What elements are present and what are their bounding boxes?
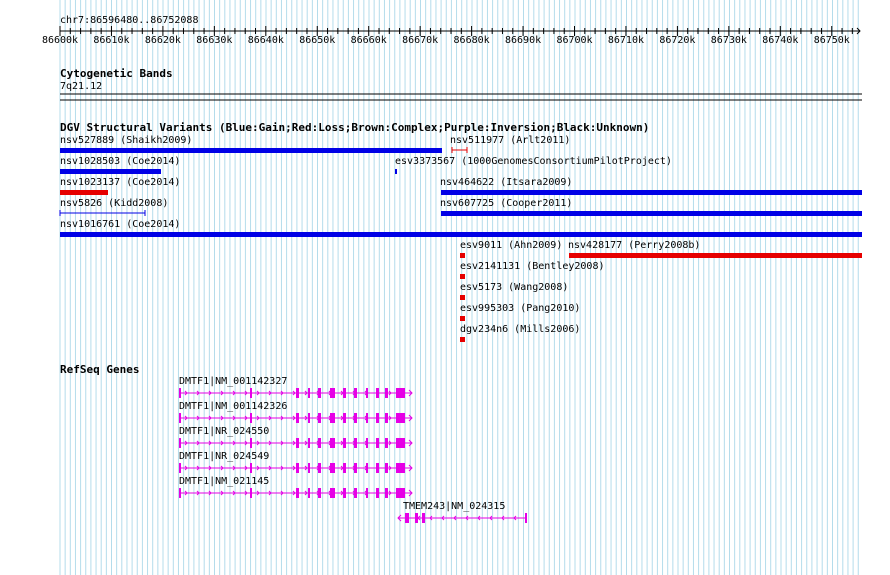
dgv-feature-bar[interactable]: [60, 169, 161, 174]
dgv-feature-label[interactable]: nsv511977 (Arlt2011): [450, 135, 570, 146]
gene-model[interactable]: [179, 488, 413, 498]
ruler-tick-label: 86630k: [196, 35, 233, 46]
dgv-feature-label[interactable]: nsv1016761 (Coe2014): [60, 219, 180, 230]
cytoband-track-title: Cytogenetic Bands: [60, 67, 173, 80]
dgv-feature-label[interactable]: esv9011 (Ahn2009): [460, 240, 562, 251]
refseq-track-title: RefSeq Genes: [60, 363, 140, 376]
ruler-tick-label: 86750k: [813, 35, 850, 46]
ruler-tick-label: 86680k: [453, 35, 490, 46]
dgv-feature-bar[interactable]: [460, 337, 465, 342]
dgv-feature-label[interactable]: nsv1028503 (Coe2014): [60, 156, 180, 167]
dgv-feature-bar[interactable]: [60, 232, 862, 237]
gene-model[interactable]: [179, 388, 413, 398]
gene-label[interactable]: DMTF1|NM_001142327: [179, 376, 287, 387]
dgv-track-title: DGV Structural Variants (Blue:Gain;Red:L…: [60, 121, 650, 134]
ruler-tick-label: 86670k: [402, 35, 439, 46]
dgv-feature-bar[interactable]: [460, 316, 465, 321]
ruler-tick-label: 86640k: [247, 35, 284, 46]
ruler-tick-label: 86730k: [710, 35, 747, 46]
ruler-tick-label: 86610k: [93, 35, 130, 46]
ruler-tick-label: 86740k: [762, 35, 799, 46]
ruler-tick-label: 86600k: [41, 35, 79, 46]
dgv-feature-label[interactable]: esv995303 (Pang2010): [460, 303, 580, 314]
gene-label[interactable]: DMTF1|NR_024550: [179, 426, 269, 437]
dgv-feature-label[interactable]: esv5173 (Wang2008): [460, 282, 568, 293]
browser-canvas: [59, 0, 862, 575]
dgv-feature-bar[interactable]: [460, 274, 465, 279]
ruler-tick-label: 86660k: [350, 35, 387, 46]
gene-label[interactable]: DMTF1|NM_021145: [179, 476, 269, 487]
gene-label[interactable]: DMTF1|NM_001142326: [179, 401, 287, 412]
dgv-feature-label[interactable]: esv2141131 (Bentley2008): [460, 261, 605, 272]
gene-model[interactable]: [179, 438, 413, 448]
dgv-feature-label[interactable]: nsv527889 (Shaikh2009): [60, 135, 192, 146]
dgv-feature-label[interactable]: nsv5826 (Kidd2008): [60, 198, 168, 209]
ruler-tick-label: 86650k: [299, 35, 336, 46]
dgv-feature-label[interactable]: nsv464622 (Itsara2009): [440, 177, 572, 188]
dgv-feature-label[interactable]: nsv1023137 (Coe2014): [60, 177, 180, 188]
ruler-tick-label: 86620k: [144, 35, 181, 46]
gene-model[interactable]: [179, 463, 413, 473]
ruler-tick-label: 86720k: [659, 35, 696, 46]
dgv-feature-bar[interactable]: [460, 295, 465, 300]
gene-model[interactable]: [179, 413, 413, 423]
dgv-feature-bar[interactable]: [395, 169, 397, 174]
dgv-feature-bar[interactable]: [569, 253, 862, 258]
cytoband-band-label[interactable]: 7q21.12: [60, 81, 102, 92]
dgv-feature-label[interactable]: nsv428177 (Perry2008b): [568, 240, 700, 251]
ruler-tick-label: 86690k: [504, 35, 542, 46]
dgv-feature-bar[interactable]: [441, 211, 862, 216]
dgv-feature-bar[interactable]: [460, 253, 465, 258]
dgv-feature-bar[interactable]: [451, 147, 468, 153]
dgv-feature-label[interactable]: dgv234n6 (Mills2006): [460, 324, 580, 335]
ruler-tick-label: 86700k: [556, 35, 593, 46]
dgv-feature-bar[interactable]: [60, 148, 442, 153]
dgv-feature-bar[interactable]: [441, 190, 862, 195]
dgv-feature-label[interactable]: nsv607725 (Cooper2011): [440, 198, 572, 209]
dgv-feature-label[interactable]: esv3373567 (1000GenomesConsortiumPilotPr…: [395, 156, 672, 167]
dgv-feature-bar[interactable]: [60, 190, 108, 195]
gene-label[interactable]: DMTF1|NR_024549: [179, 451, 269, 462]
ruler-tick-label: 86710k: [607, 35, 644, 46]
gene-label[interactable]: TMEM243|NM_024315: [403, 501, 505, 512]
region-label: chr7:86596480..86752088: [60, 15, 199, 26]
